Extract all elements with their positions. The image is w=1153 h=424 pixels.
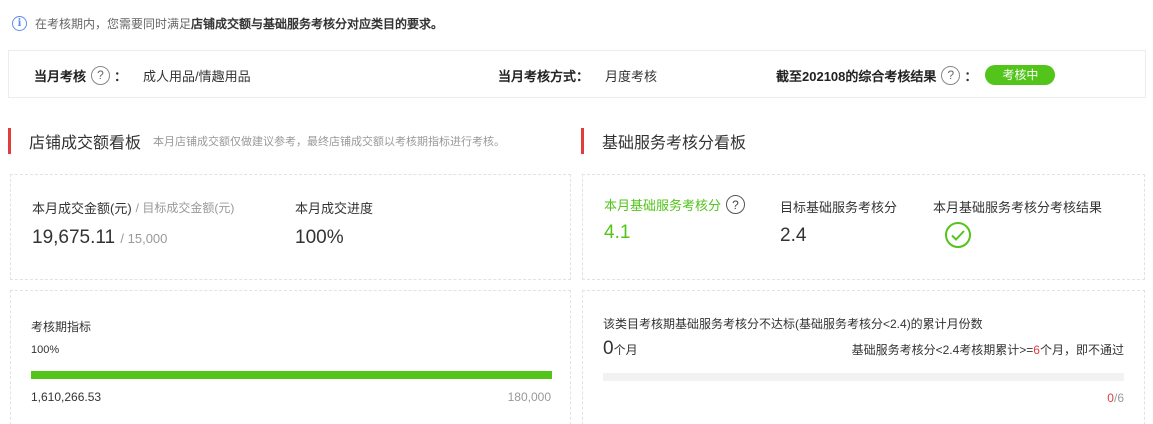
- period-label: 考核期指标: [31, 320, 92, 334]
- amount-label-text: 本月成交金额(元): [32, 201, 132, 216]
- amount-value: 19,675.11 / 15,000: [32, 227, 234, 249]
- progress-value: 100%: [295, 227, 344, 248]
- fail-rule-prefix: 基础服务考核分<2.4考核期累计>=: [851, 343, 1034, 357]
- target-score-label: 目标基础服务考核分: [780, 200, 898, 215]
- notice-text-prefix: 在考核期内，您需要同时满足: [35, 16, 192, 31]
- store-section-desc: 本月店铺成交额仅做建议参考，最终店铺成交额以考核期指标进行考核。: [153, 136, 506, 148]
- service-period-card: 该类目考核期基础服务考核分不达标(基础服务考核分<2.4)的累计月份数 0个月 …: [582, 290, 1145, 424]
- target-score-metric: 目标基础服务考核分 2.4: [780, 197, 897, 247]
- store-section-title: 店铺成交额看板: [29, 135, 142, 152]
- result-metric: 本月基础服务考核分考核结果: [933, 197, 1102, 248]
- score-label-text: 本月基础服务考核分: [604, 198, 722, 213]
- service-metrics-card: 本月基础服务考核分 ? 4.1 目标基础服务考核分 2.4 本月基础服务考核分考…: [582, 174, 1145, 280]
- progress-label: 本月成交进度: [295, 201, 374, 216]
- month-colon: ：: [114, 68, 128, 84]
- method-group: 当月考核方式： 月度考核: [498, 51, 657, 99]
- period-target-value: 180,000: [507, 390, 551, 404]
- notice-text-bold: 店铺成交额与基础服务考核分对应类目的要求。: [191, 16, 444, 31]
- result-group: 截至202108的综合考核结果 ? ： 考核中: [776, 51, 1056, 99]
- store-section-header: 店铺成交额看板 本月店铺成交额仅做建议参考，最终店铺成交额以考核期指标进行考核。: [8, 128, 505, 154]
- section-accent-bar: [581, 128, 584, 154]
- fail-count-label: 该类目考核期基础服务考核分不达标(基础服务考核分<2.4)的累计月份数: [603, 317, 983, 331]
- method-value: 月度考核: [605, 68, 658, 84]
- amount-metric: 本月成交金额(元) / 目标成交金额(元) 19,675.11 / 15,000: [32, 198, 234, 249]
- fail-rule-suffix: 个月，即不通过: [1039, 343, 1124, 357]
- period-percent: 100%: [31, 344, 60, 356]
- section-accent-bar: [8, 128, 11, 154]
- status-badge: 考核中: [985, 65, 1056, 85]
- fail-count: 0个月: [603, 338, 638, 360]
- month-label: 当月考核: [34, 68, 87, 84]
- check-circle-icon: [945, 222, 971, 248]
- store-metrics-card: 本月成交金额(元) / 目标成交金额(元) 19,675.11 / 15,000…: [10, 174, 571, 280]
- method-label: 当月考核方式：: [498, 68, 590, 84]
- store-period-card: 考核期指标 100% 1,610,266.53 180,000: [10, 290, 571, 424]
- score-label: 本月基础服务考核分 ?: [604, 195, 749, 214]
- target-amount-label: / 目标成交金额(元): [135, 201, 235, 215]
- fail-count-ratio: 0/6: [1107, 391, 1124, 405]
- fail-count-value: 0: [603, 338, 614, 359]
- month-group: 当月考核 ? ： 成人用品/情趣用品: [34, 51, 251, 99]
- target-score-value: 2.4: [780, 225, 807, 246]
- summary-strip: 当月考核 ? ： 成人用品/情趣用品 当月考核方式： 月度考核 截至202108…: [8, 50, 1146, 98]
- month-value: 成人用品/情趣用品: [143, 68, 251, 84]
- fail-ratio-current: 0: [1107, 391, 1114, 405]
- score-value: 4.1: [604, 222, 631, 243]
- target-amount-value: / 15,000: [120, 231, 168, 246]
- fail-progress-bar: [603, 373, 1124, 381]
- fail-rule-text: 基础服务考核分<2.4考核期累计>=6个月，即不通过: [852, 341, 1124, 358]
- notice-bar: i 在考核期内，您需要同时满足 店铺成交额与基础服务考核分对应类目的要求。: [12, 14, 443, 32]
- result-help-icon[interactable]: ?: [941, 65, 961, 85]
- service-section-header: 基础服务考核分看板: [581, 128, 746, 154]
- amount-label: 本月成交金额(元) / 目标成交金额(元): [32, 198, 234, 217]
- period-current-value: 1,610,266.53: [31, 390, 102, 404]
- result-colon: ：: [964, 68, 978, 84]
- period-progress-fill: [31, 371, 552, 379]
- fail-rule-number: 6: [1033, 343, 1040, 357]
- score-help-icon[interactable]: ?: [726, 195, 746, 214]
- fail-ratio-total: /6: [1113, 391, 1124, 405]
- period-progress-bar: [31, 371, 552, 379]
- month-help-icon[interactable]: ?: [91, 65, 111, 85]
- service-result-label: 本月基础服务考核分考核结果: [933, 200, 1103, 215]
- amount-value-text: 19,675.11: [32, 227, 116, 248]
- info-icon: i: [12, 15, 27, 31]
- service-section-title: 基础服务考核分看板: [602, 135, 747, 152]
- result-label: 截至202108的综合考核结果: [776, 68, 937, 84]
- progress-metric: 本月成交进度 100%: [295, 198, 373, 249]
- fail-count-unit: 个月: [613, 343, 638, 357]
- score-metric: 本月基础服务考核分 ? 4.1: [604, 195, 749, 244]
